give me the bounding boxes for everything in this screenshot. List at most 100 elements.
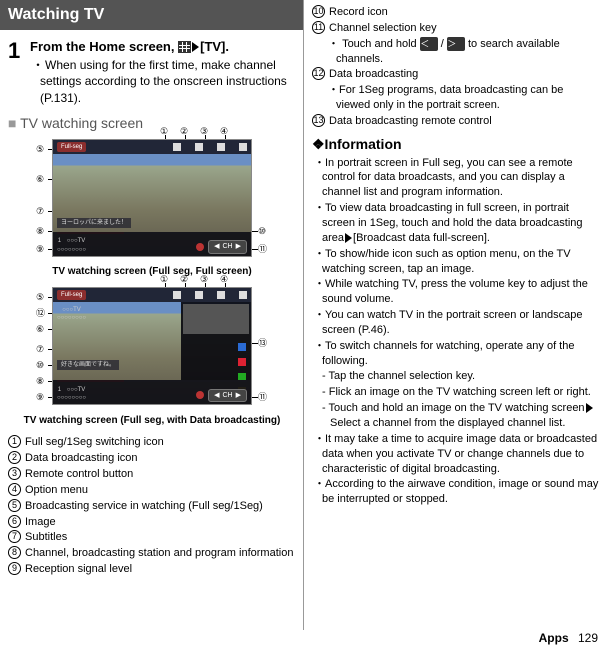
legend-13: 13Data broadcasting remote control — [312, 114, 600, 129]
callout-5: ⑤ — [36, 291, 44, 303]
thumb-image — [183, 304, 249, 334]
ch-label: CH — [222, 391, 232, 400]
tv-subtitle: 好きな画面ですね。 — [57, 360, 119, 370]
step-1: 1 From the Home screen, [TV]. When using… — [8, 36, 296, 106]
callout-8: ⑧ — [36, 225, 44, 237]
callout-11: ⑪ — [258, 243, 267, 255]
callout-10: ⑩ — [258, 225, 266, 237]
remote-icon — [217, 291, 225, 299]
legend-5: 5Broadcasting service in watching (Full … — [8, 499, 296, 514]
play-triangle-icon — [586, 403, 593, 413]
legend-7: 7Subtitles — [8, 530, 296, 545]
info-b7: It may take a time to acquire image data… — [312, 432, 600, 477]
callout-8: ⑧ — [36, 375, 44, 387]
section-heading: TV watching screen — [8, 114, 296, 133]
legend-10: 10Record icon — [312, 5, 600, 20]
step-main-a: From the Home screen, — [30, 39, 178, 54]
callout-10: ⑩ — [36, 359, 44, 371]
callout-9: ⑨ — [36, 391, 44, 403]
screenshot-1-wrap: ① ② ③ ④ ⑤ ⑥ ⑦ ⑧ ⑨ ⑩ ⑪ — [8, 139, 296, 262]
tv-ch-num: 1 — [58, 238, 61, 244]
info-b5: You can watch TV in the portrait screen … — [312, 308, 600, 338]
tv-screenshot-databroadcast: Full-seg — [52, 287, 252, 405]
legend-1: 1Full seg/1Seg switching icon — [8, 435, 296, 450]
play-triangle-icon — [345, 233, 352, 243]
channel-selection-key: ◀ CH ▶ — [208, 240, 247, 253]
data-broadcast-icon — [195, 291, 203, 299]
footer-page: 129 — [578, 631, 598, 645]
legend-11-sub: Touch and hold ＜ / ＞ to search available… — [312, 37, 600, 67]
seg-switch-icon — [173, 291, 181, 299]
record-icon — [196, 243, 204, 251]
data-broadcast-panel — [181, 302, 251, 380]
info-b4: While watching TV, press the volume key … — [312, 277, 600, 307]
menu-icon — [239, 291, 247, 299]
legend-6: 6Image — [8, 515, 296, 530]
legend-8: 8Channel, broadcasting station and progr… — [8, 546, 296, 561]
footer-section: Apps — [539, 631, 569, 645]
service-pill: Full-seg — [57, 142, 86, 152]
tv-program: ○○○○○○○○ — [57, 395, 86, 401]
legend-9: 9Reception signal level — [8, 562, 296, 577]
tv-top-bar: Full-seg — [53, 140, 251, 154]
tv-ch-num: 1 — [58, 387, 61, 393]
tv-screenshot-fullscreen: Full-seg ヨーロッパに来ました！ 1 — [52, 139, 252, 257]
information-heading: ❖Information — [312, 135, 600, 154]
page-title: Watching TV — [0, 0, 304, 30]
tv-subtitle: ヨーロッパに来ました！ — [57, 218, 131, 228]
legend-12-sub: For 1Seg programs, data broadcasting can… — [312, 83, 600, 113]
seg-switch-icon — [173, 143, 181, 151]
caption-2: TV watching screen (Full seg, with Data … — [8, 414, 296, 428]
callout-5: ⑤ — [36, 143, 44, 155]
legend-11: 11Channel selection key — [312, 21, 600, 36]
legend-3: 3Remote control button — [8, 467, 296, 482]
red-button-icon — [238, 358, 246, 366]
play-triangle-icon — [192, 42, 199, 52]
data-station: ○○○TV○○○○○○○○ — [57, 306, 86, 322]
tv-bottom-bar: 1 ○○○TV ○○○○○○○○ ◀ CH ▶ — [53, 232, 251, 256]
record-icon — [196, 391, 204, 399]
channel-next-key-icon: ＞ — [447, 37, 465, 51]
info-b2: To view data broadcasting in full screen… — [312, 201, 600, 246]
info-b6-s2: Flick an image on the TV watching screen… — [312, 385, 600, 400]
step-main-text: From the Home screen, [TV]. — [30, 38, 296, 56]
tv-program: ○○○○○○○○ — [57, 247, 86, 253]
callout-12: ⑫ — [36, 307, 45, 319]
page-footer: Apps 129 — [539, 630, 598, 646]
step-number: 1 — [8, 36, 30, 106]
callout-11: ⑪ — [258, 391, 267, 403]
callout-9: ⑨ — [36, 243, 44, 255]
menu-icon — [239, 143, 247, 151]
apps-grid-icon — [178, 41, 191, 53]
data-broadcast-icon — [195, 143, 203, 151]
blue-button-icon — [238, 343, 246, 351]
screenshot-2-wrap: ① ② ③ ④ ⑤ ⑫ ⑥ ⑦ ⑩ ⑧ ⑨ — [8, 287, 296, 410]
service-pill: Full-seg — [57, 290, 86, 300]
callout-13: ⑬ — [258, 337, 267, 349]
info-b8: According to the airwave condition, imag… — [312, 477, 600, 507]
step-main-b: [TV]. — [200, 39, 229, 54]
channel-prev-key-icon: ＜ — [420, 37, 438, 51]
callout-6: ⑥ — [36, 323, 44, 335]
info-b3: To show/hide icon such as option menu, o… — [312, 247, 600, 277]
legend-12: 12Data broadcasting — [312, 67, 600, 82]
callout-7: ⑦ — [36, 205, 44, 217]
legend-2: 2Data broadcasting icon — [8, 451, 296, 466]
info-b1: In portrait screen in Full seg, you can … — [312, 156, 600, 201]
column-separator — [303, 0, 304, 630]
step-sub-bullet: When using for the first time, make chan… — [30, 57, 296, 106]
tv-station: ○○○TV — [67, 387, 86, 393]
info-b6-s3: Touch and hold an image on the TV watchi… — [312, 401, 600, 431]
legend-4: 4Option menu — [8, 483, 296, 498]
tv-station: ○○○TV — [67, 238, 86, 244]
tv-top-bar: Full-seg — [53, 288, 251, 302]
callout-7: ⑦ — [36, 343, 44, 355]
channel-selection-key: ◀ CH ▶ — [208, 389, 247, 402]
info-b6-s1: Tap the channel selection key. — [312, 369, 600, 384]
tv-bottom-bar: 1 ○○○TV ○○○○○○○○ ◀ CH ▶ — [53, 380, 251, 404]
caption-1: TV watching screen (Full seg, Full scree… — [8, 265, 296, 279]
ch-label: CH — [222, 242, 232, 251]
info-b6: To switch channels for watching, operate… — [312, 339, 600, 369]
remote-icon — [217, 143, 225, 151]
callout-6: ⑥ — [36, 173, 44, 185]
